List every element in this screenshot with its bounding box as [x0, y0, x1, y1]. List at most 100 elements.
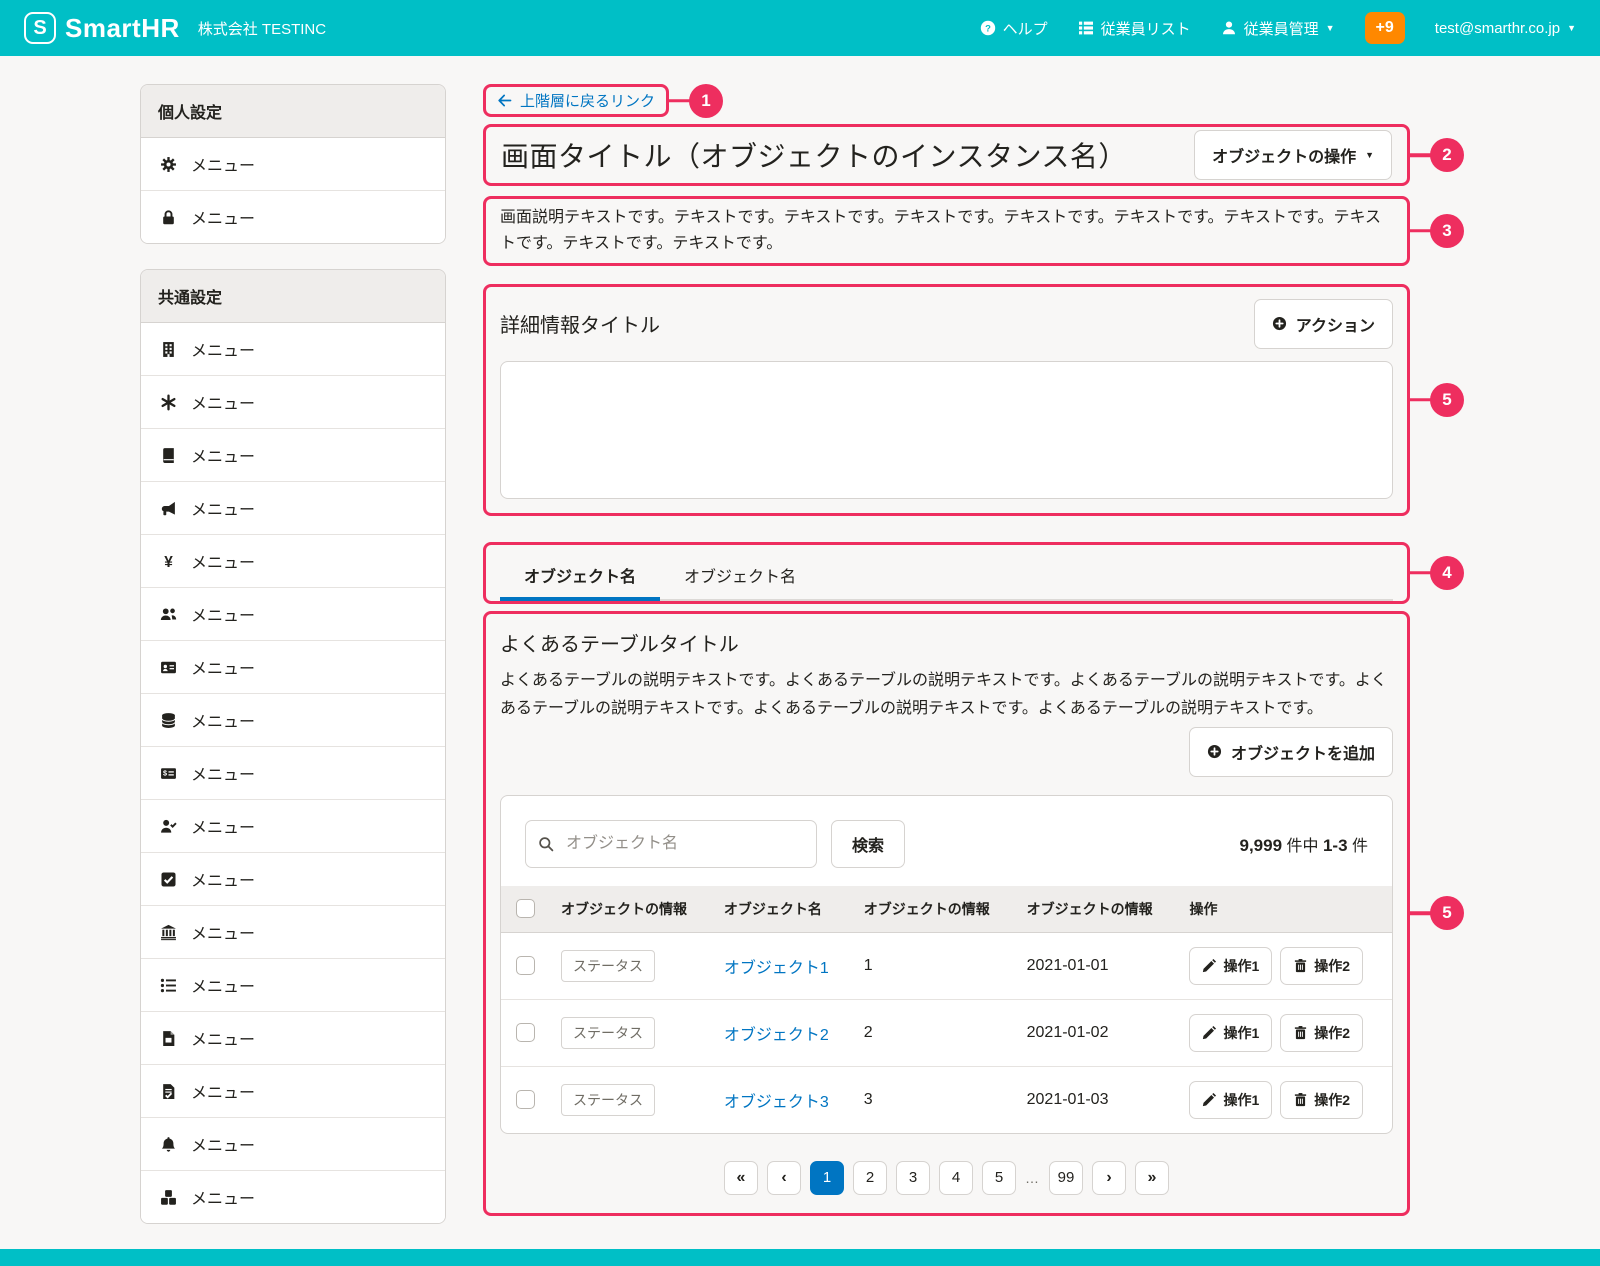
trash-icon: [1293, 958, 1308, 973]
sidebar-item-menu[interactable]: メニュー: [141, 853, 445, 906]
sidebar-item-label: メニュー: [191, 1026, 255, 1050]
row-action2-button[interactable]: 操作2: [1280, 1081, 1363, 1119]
select-all-checkbox[interactable]: [516, 899, 535, 918]
object-actions-label: オブジェクトの操作: [1212, 143, 1356, 167]
asterisk-icon: [158, 394, 178, 411]
row-checkbox[interactable]: [516, 1090, 535, 1109]
add-object-label: オブジェクトを追加: [1231, 740, 1375, 764]
tab-object-1[interactable]: オブジェクト名: [500, 557, 660, 599]
row-action1-button[interactable]: 操作1: [1189, 1014, 1272, 1052]
landmark-icon: [158, 924, 178, 941]
pagination-page-1[interactable]: 1: [810, 1161, 844, 1195]
annotation-badge: 5: [1430, 383, 1464, 417]
sidebar-item-menu[interactable]: メニュー: [141, 1171, 445, 1223]
smarthr-logo[interactable]: S SmartHR: [24, 12, 180, 44]
tab-object-2[interactable]: オブジェクト名: [660, 557, 820, 599]
object-link[interactable]: オブジェクト2: [724, 1027, 829, 1044]
object-link[interactable]: オブジェクト1: [724, 960, 829, 977]
annotation-badge: 3: [1430, 214, 1464, 248]
pagination: « ‹ 1 2 3 4 5 … 99 › »: [500, 1161, 1393, 1195]
page-title: 画面タイトル（オブジェクトのインスタンス名）: [501, 135, 1127, 175]
cubes-icon: [158, 1189, 178, 1206]
notification-badge[interactable]: +9: [1365, 12, 1405, 44]
sidebar-item-menu[interactable]: メニュー: [141, 800, 445, 853]
row-action1-button[interactable]: 操作1: [1189, 947, 1272, 985]
sidebar-item-menu[interactable]: メニュー: [141, 482, 445, 535]
file-icon: [158, 1030, 178, 1047]
table-card: 検索 9,999 件中 1-3 件 オブジェクトの情報: [500, 795, 1393, 1134]
yen-icon: ¥: [158, 553, 178, 570]
sidebar-item-label: メニュー: [191, 814, 255, 838]
sidebar-item-menu[interactable]: $メニュー: [141, 747, 445, 800]
sidebar-item-menu[interactable]: メニュー: [141, 138, 445, 191]
pagination-page-3[interactable]: 3: [896, 1161, 930, 1195]
sidebar-item-label: メニュー: [191, 443, 255, 467]
sidebar-item-menu[interactable]: メニュー: [141, 959, 445, 1012]
sidebar-item-label: メニュー: [191, 1079, 255, 1103]
table-row: ステータス オブジェクト2 2 2021-01-02 操作1 操作2: [501, 999, 1392, 1066]
status-badge: ステータス: [561, 1017, 655, 1049]
sidebar-group-common: 共通設定 メニュー メニュー メニュー メニュー ¥メニュー メニュー メニュー…: [140, 269, 446, 1224]
nav-employee-admin[interactable]: 従業員管理 ▼: [1221, 18, 1335, 39]
pagination-page-99[interactable]: 99: [1049, 1161, 1083, 1195]
search-button[interactable]: 検索: [831, 820, 905, 868]
sidebar-item-menu[interactable]: メニュー: [141, 191, 445, 243]
row-action2-button[interactable]: 操作2: [1280, 947, 1363, 985]
nav-help[interactable]: ? ヘルプ: [980, 18, 1048, 39]
pagination-page-4[interactable]: 4: [939, 1161, 973, 1195]
row-checkbox[interactable]: [516, 1023, 535, 1042]
bell-icon: [158, 1136, 178, 1153]
sidebar-item-menu[interactable]: メニュー: [141, 694, 445, 747]
row-action2-label: 操作2: [1314, 1090, 1350, 1110]
list-ul-icon: [158, 977, 178, 994]
object-info: 1: [852, 932, 1015, 999]
bullhorn-icon: [158, 500, 178, 517]
status-badge: ステータス: [561, 950, 655, 982]
action-button[interactable]: アクション: [1254, 299, 1393, 349]
pencil-icon: [1202, 958, 1217, 973]
count-range-unit: 件: [1352, 838, 1368, 855]
sidebar-item-menu[interactable]: メニュー: [141, 1012, 445, 1065]
pagination-next-button[interactable]: ›: [1092, 1161, 1126, 1195]
sidebar-item-menu[interactable]: メニュー: [141, 429, 445, 482]
back-link-region: 上階層に戻るリンク 1: [483, 84, 669, 117]
sidebar-item-menu[interactable]: メニュー: [141, 1118, 445, 1171]
object-link[interactable]: オブジェクト3: [724, 1094, 829, 1111]
sidebar-item-menu[interactable]: メニュー: [141, 906, 445, 959]
column-header: 操作: [1177, 886, 1392, 933]
object-actions-button[interactable]: オブジェクトの操作 ▼: [1194, 130, 1392, 180]
pagination-prev-button[interactable]: ‹: [767, 1161, 801, 1195]
sidebar-item-menu[interactable]: メニュー: [141, 641, 445, 694]
pagination-last-button[interactable]: »: [1135, 1161, 1169, 1195]
column-header: オブジェクトの情報: [852, 886, 1015, 933]
search-row: 検索 9,999 件中 1-3 件: [501, 796, 1392, 886]
sidebar-item-menu[interactable]: メニュー: [141, 1065, 445, 1118]
money-check-icon: $: [158, 765, 178, 782]
pagination-first-button[interactable]: «: [724, 1161, 758, 1195]
trash-icon: [1293, 1025, 1308, 1040]
row-action2-label: 操作2: [1314, 956, 1350, 976]
row-action1-button[interactable]: 操作1: [1189, 1081, 1272, 1119]
id-card-icon: [158, 659, 178, 676]
annotation-connector: [1407, 398, 1432, 402]
nav-employee-list[interactable]: 従業員リスト: [1078, 18, 1191, 39]
row-action2-button[interactable]: 操作2: [1280, 1014, 1363, 1052]
page-title-region: 画面タイトル（オブジェクトのインスタンス名） オブジェクトの操作 ▼ 2: [483, 124, 1410, 186]
account-menu[interactable]: test@smarthr.co.jp ▼: [1435, 20, 1576, 37]
tab-bar: オブジェクト名 オブジェクト名: [500, 557, 1393, 601]
user-check-icon: [158, 818, 178, 835]
add-object-button[interactable]: オブジェクトを追加: [1189, 727, 1393, 777]
object-date: 2021-01-01: [1015, 932, 1178, 999]
status-badge: ステータス: [561, 1084, 655, 1116]
sidebar-item-menu[interactable]: メニュー: [141, 323, 445, 376]
pagination-page-2[interactable]: 2: [853, 1161, 887, 1195]
sidebar-item-menu[interactable]: メニュー: [141, 588, 445, 641]
sidebar-item-label: メニュー: [191, 152, 255, 176]
pagination-page-5[interactable]: 5: [982, 1161, 1016, 1195]
back-link[interactable]: 上階層に戻るリンク: [497, 90, 655, 111]
sidebar-item-menu[interactable]: ¥メニュー: [141, 535, 445, 588]
search-input[interactable]: [525, 820, 817, 868]
sidebar-item-menu[interactable]: メニュー: [141, 376, 445, 429]
detail-section-header: 詳細情報タイトル アクション: [500, 299, 1393, 349]
row-checkbox[interactable]: [516, 956, 535, 975]
